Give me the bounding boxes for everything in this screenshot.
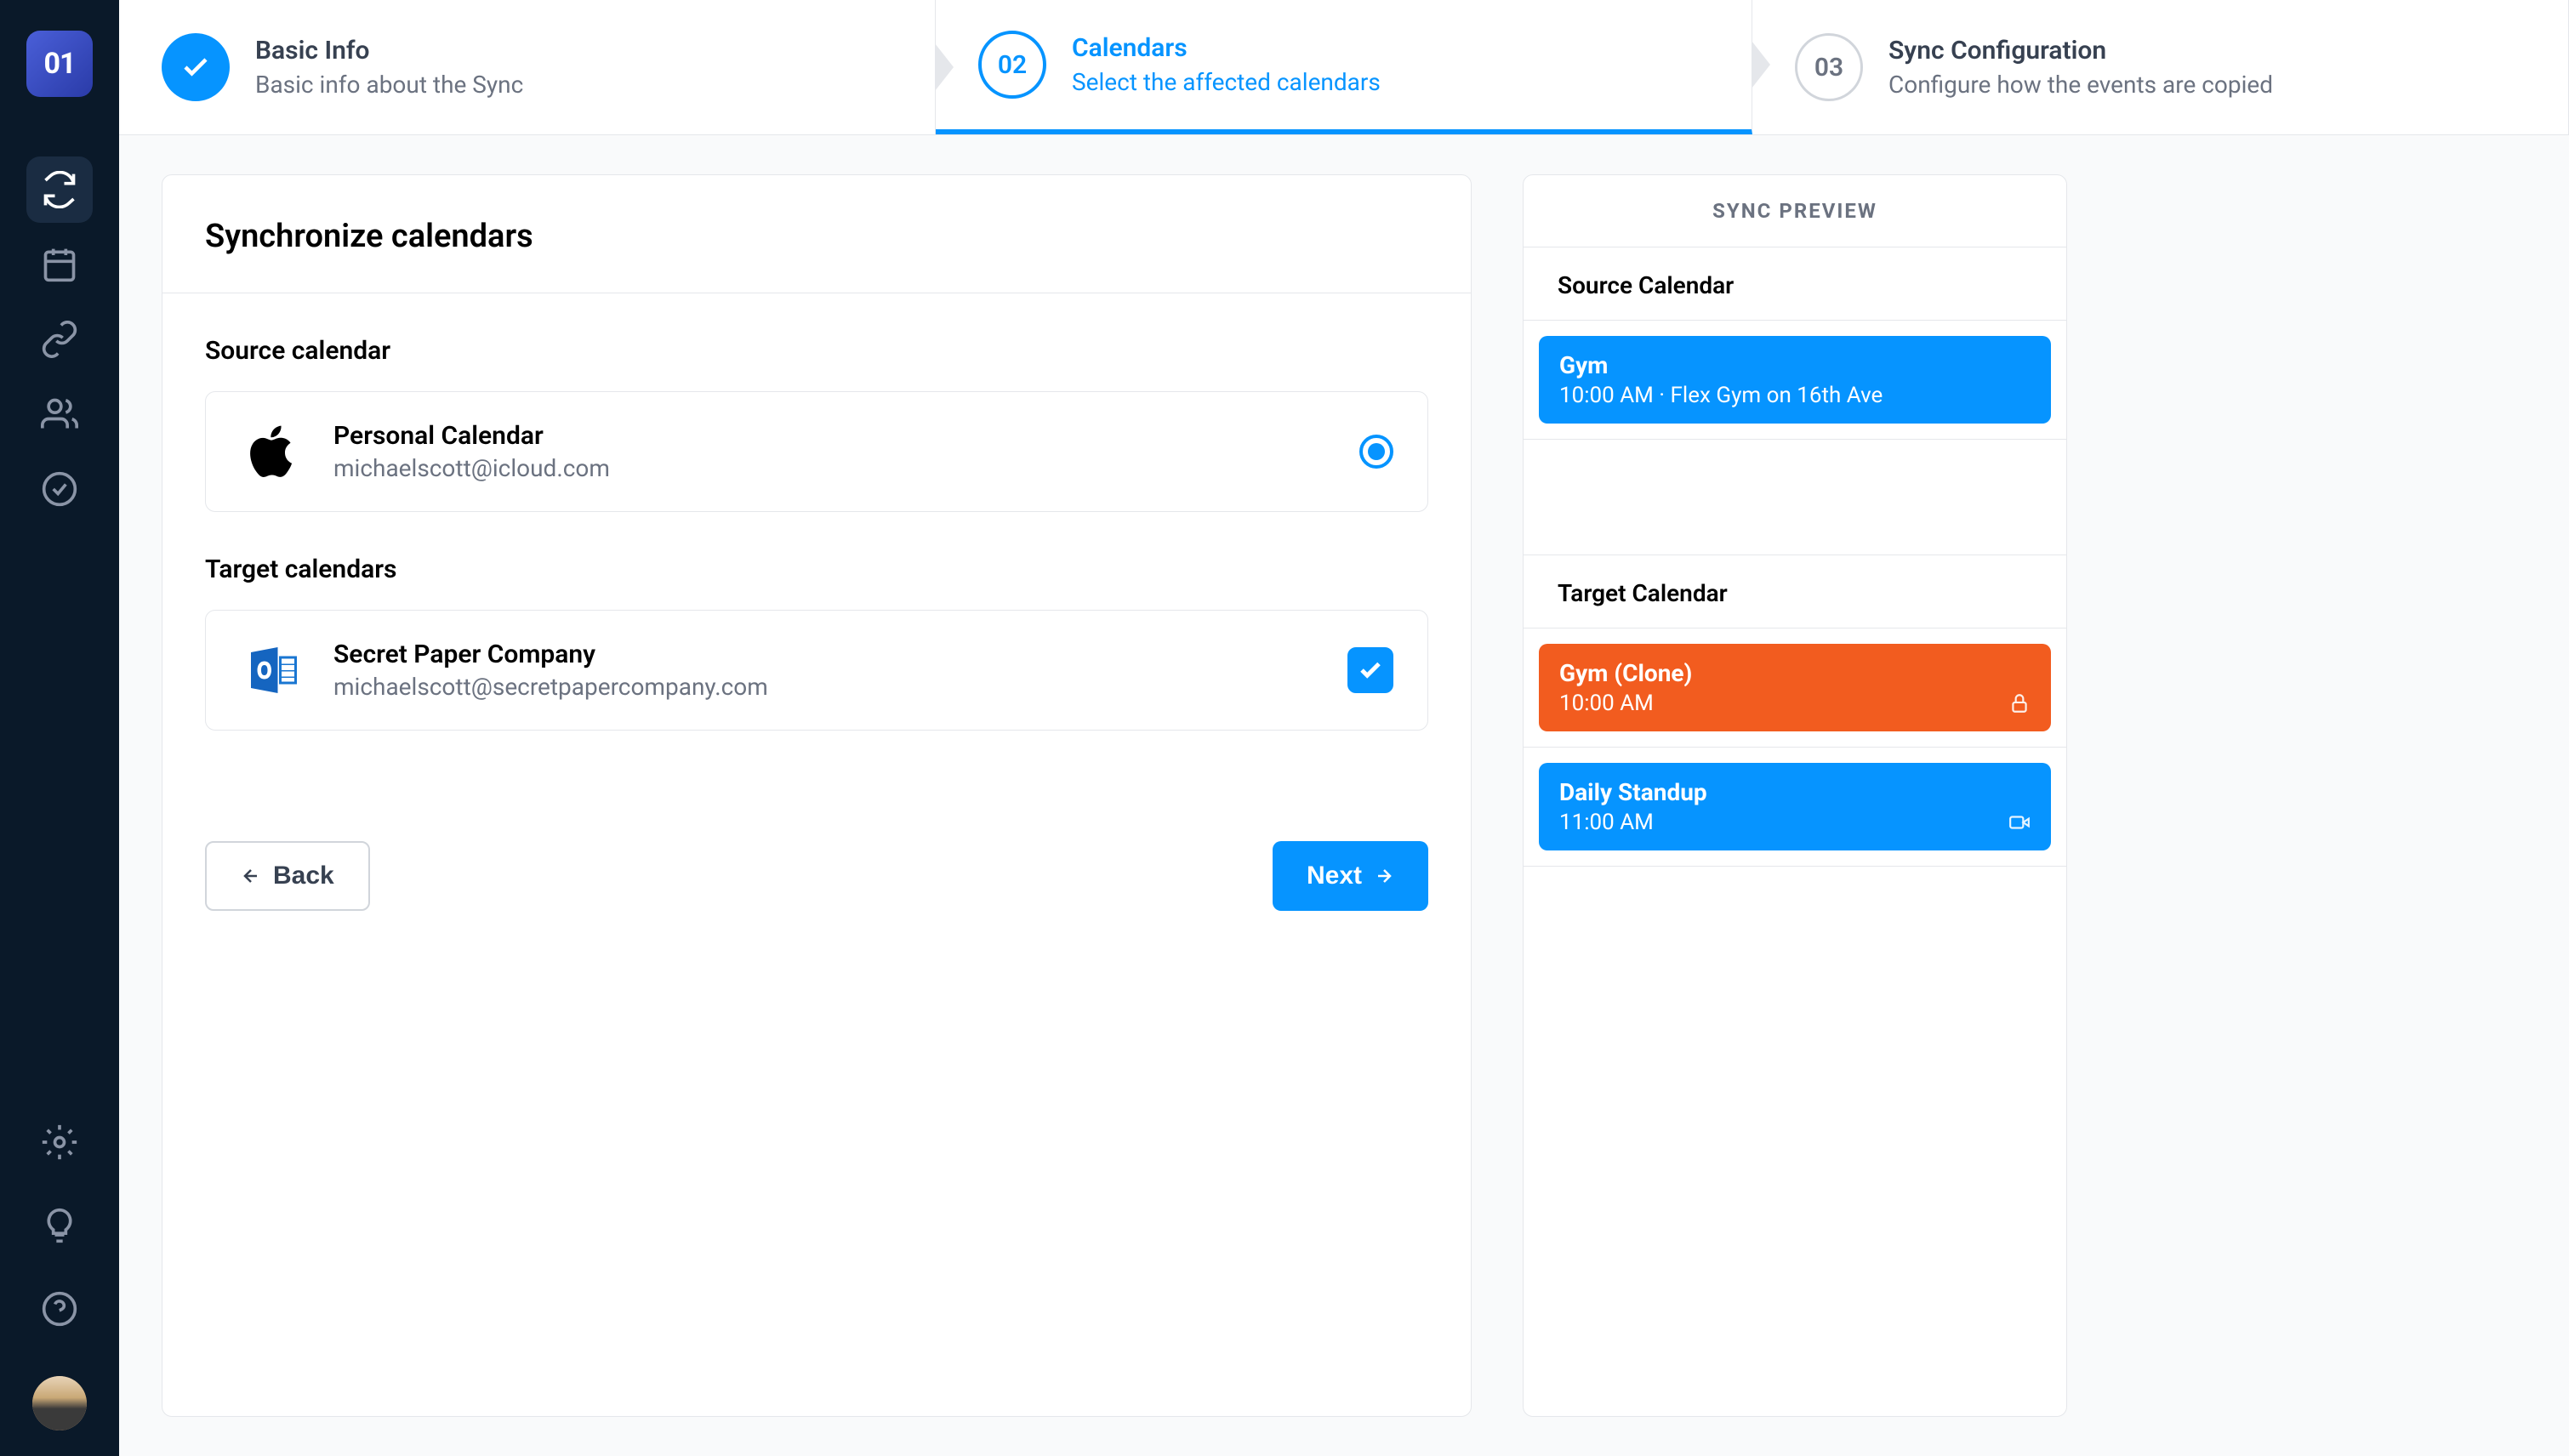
link-icon — [41, 321, 78, 358]
target-cal-email: michaelscott@secretpapercompany.com — [333, 673, 768, 701]
step1-subtitle: Basic info about the Sync — [255, 71, 523, 99]
lock-icon — [2008, 692, 2031, 714]
step-check-icon — [162, 33, 230, 101]
target-cal-name: Secret Paper Company — [333, 640, 768, 669]
target-label: Target calendars — [205, 555, 1428, 584]
next-label: Next — [1307, 862, 1362, 890]
step2-title: Calendars — [1072, 33, 1381, 63]
source-label: Source calendar — [205, 336, 1428, 366]
step3-subtitle: Configure how the events are copied — [1888, 71, 2273, 99]
target-event-0: Gym (Clone) 10:00 AM — [1524, 628, 2066, 748]
main-content: Basic Info Basic info about the Sync 02 … — [119, 0, 2569, 1456]
stepper: Basic Info Basic info about the Sync 02 … — [119, 0, 2569, 135]
step3-title: Sync Configuration — [1888, 36, 2273, 65]
users-icon — [41, 395, 78, 433]
calendars-panel: Synchronize calendars Source calendar Pe… — [162, 174, 1472, 1417]
source-cal-email: michaelscott@icloud.com — [333, 454, 610, 482]
step-basic-info[interactable]: Basic Info Basic info about the Sync — [119, 0, 936, 134]
preview-panel: SYNC PREVIEW Source Calendar Gym 10:00 A… — [1523, 174, 2067, 1417]
gear-icon — [41, 1123, 78, 1161]
outlook-icon — [240, 636, 308, 704]
event-title: Gym — [1559, 351, 2031, 379]
step1-title: Basic Info — [255, 36, 523, 65]
app-logo[interactable]: 01 — [26, 31, 93, 97]
event-title: Gym (Clone) — [1559, 659, 2031, 687]
nav-help[interactable] — [26, 1276, 93, 1342]
event-time: 10:00 AM · Flex Gym on 16th Ave — [1559, 383, 2031, 408]
preview-source-label: Source Calendar — [1524, 247, 2066, 321]
event-time: 10:00 AM — [1559, 691, 2031, 716]
target-calendar-row[interactable]: Secret Paper Company michaelscott@secret… — [205, 610, 1428, 731]
nav-calendar[interactable] — [26, 231, 93, 298]
nav-link[interactable] — [26, 306, 93, 373]
help-icon — [41, 1290, 78, 1328]
nav-settings[interactable] — [26, 1109, 93, 1175]
panel-title: Synchronize calendars — [162, 175, 1471, 293]
empty-slot — [1524, 440, 2066, 555]
arrow-left-icon — [241, 866, 261, 886]
user-avatar[interactable] — [32, 1376, 87, 1430]
event-time: 11:00 AM — [1559, 810, 2031, 835]
nav-check[interactable] — [26, 456, 93, 522]
target-event-1: Daily Standup 11:00 AM — [1524, 748, 2066, 867]
step-sync-config[interactable]: 03 Sync Configuration Configure how the … — [1752, 0, 2569, 134]
apple-icon — [240, 418, 308, 486]
back-button[interactable]: Back — [205, 841, 370, 911]
back-label: Back — [273, 862, 334, 890]
source-calendar-row[interactable]: Personal Calendar michaelscott@icloud.co… — [205, 391, 1428, 512]
step2-num: 02 — [978, 31, 1046, 99]
next-button[interactable]: Next — [1273, 841, 1428, 911]
step3-num: 03 — [1795, 33, 1863, 101]
check-circle-icon — [41, 470, 78, 508]
arrow-right-icon — [1374, 866, 1394, 886]
nav-contacts[interactable] — [26, 381, 93, 447]
preview-header: SYNC PREVIEW — [1524, 175, 2066, 247]
sidebar: 01 — [0, 0, 119, 1456]
source-cal-name: Personal Calendar — [333, 421, 610, 451]
target-checkbox[interactable] — [1347, 647, 1393, 693]
step-calendars[interactable]: 02 Calendars Select the affected calenda… — [936, 0, 1752, 134]
nav-sync[interactable] — [26, 156, 93, 223]
source-event-0: Gym 10:00 AM · Flex Gym on 16th Ave — [1524, 321, 2066, 440]
lightbulb-icon — [41, 1207, 78, 1244]
event-title: Daily Standup — [1559, 778, 2031, 806]
preview-target-label: Target Calendar — [1524, 555, 2066, 628]
video-icon — [2008, 811, 2031, 833]
nav-tips[interactable] — [26, 1192, 93, 1259]
source-radio[interactable] — [1359, 435, 1393, 469]
sync-icon — [41, 171, 78, 208]
calendar-icon — [41, 246, 78, 283]
step2-subtitle: Select the affected calendars — [1072, 68, 1381, 96]
